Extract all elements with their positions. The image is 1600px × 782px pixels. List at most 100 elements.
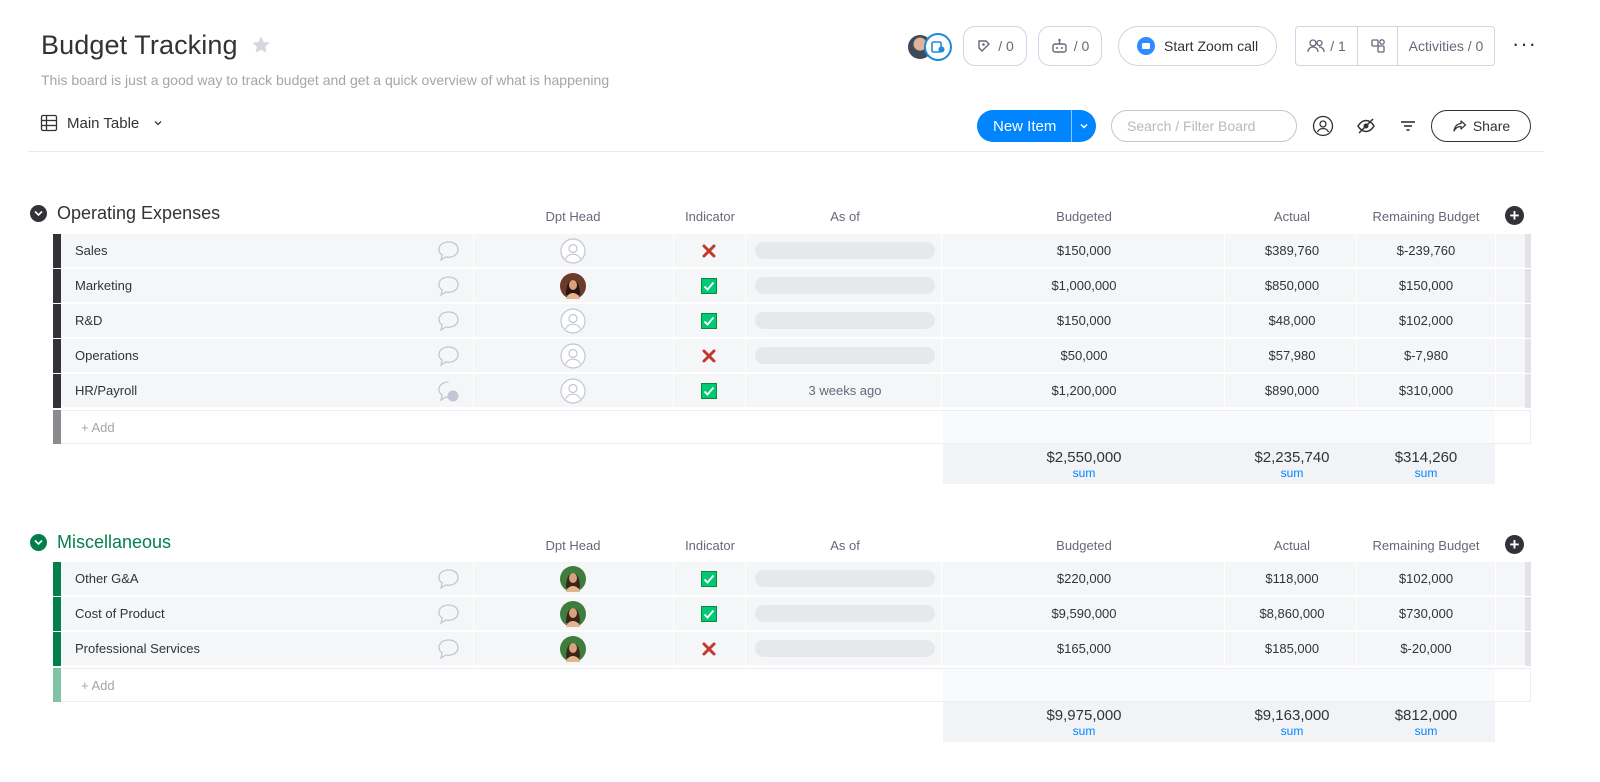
as-of-cell[interactable]	[755, 312, 935, 329]
add-column-icon[interactable]: +	[1505, 535, 1524, 554]
item-name[interactable]: Cost of Product	[75, 606, 165, 621]
new-item-dropdown[interactable]	[1071, 110, 1096, 142]
start-zoom-call-button[interactable]: Start Zoom call	[1118, 26, 1278, 66]
add-item-label[interactable]: + Add	[81, 420, 115, 435]
budgeted-cell[interactable]: $1,200,000	[1034, 383, 1134, 398]
table-row[interactable]: Professional Services $165,000 $185,000 $-2…	[53, 632, 1531, 666]
item-name[interactable]: Marketing	[75, 278, 132, 293]
board-subscribers[interactable]	[906, 31, 964, 63]
budgeted-cell[interactable]: $150,000	[1034, 243, 1134, 258]
remaining-sum[interactable]: $314,260 sum	[1376, 449, 1476, 480]
as-of-cell[interactable]	[755, 347, 935, 364]
group-title[interactable]: Operating Expenses	[57, 203, 220, 224]
new-item-button[interactable]: New Item	[977, 110, 1096, 142]
remaining-cell[interactable]: $310,000	[1376, 383, 1476, 398]
board-description[interactable]: This board is just a good way to track b…	[41, 72, 609, 88]
actual-cell[interactable]: $118,000	[1242, 571, 1342, 586]
table-row[interactable]: HR/Payroll 3 weeks ago $1,200,000 $890,000 $…	[53, 374, 1531, 408]
as-of-cell[interactable]: 3 weeks ago	[755, 383, 935, 398]
table-row[interactable]: Cost of Product $9,590,000 $8,860,000 $730,…	[53, 597, 1531, 631]
group-header[interactable]: Operating Expenses	[30, 203, 220, 224]
members-button[interactable]: / 1	[1296, 27, 1358, 65]
column-header-dpt-head[interactable]: Dpt Head	[543, 538, 603, 553]
budgeted-cell[interactable]: $220,000	[1034, 571, 1134, 586]
updates-button[interactable]: / 0	[963, 26, 1027, 66]
table-row[interactable]: Marketing $1,000,000 $850,000 $150,000	[53, 269, 1531, 303]
actual-sum[interactable]: $2,235,740 sum	[1242, 449, 1342, 480]
item-updates-button[interactable]	[436, 567, 461, 591]
item-name[interactable]: HR/Payroll	[75, 383, 137, 398]
budgeted-cell[interactable]: $9,590,000	[1034, 606, 1134, 621]
remaining-cell[interactable]: $102,000	[1376, 571, 1476, 586]
actual-sum[interactable]: $9,163,000 sum	[1242, 707, 1342, 738]
activities-button[interactable]: Activities / 0	[1398, 27, 1494, 65]
actual-cell[interactable]: $850,000	[1242, 278, 1342, 293]
filter-icon[interactable]	[1396, 114, 1420, 138]
column-header-as-of[interactable]: As of	[815, 538, 875, 553]
dpt-head-cell[interactable]	[560, 238, 586, 264]
search-filter-input[interactable]	[1111, 110, 1297, 142]
indicator-cell[interactable]	[701, 348, 717, 364]
dpt-head-cell[interactable]	[560, 273, 586, 299]
remaining-cell[interactable]: $-20,000	[1376, 641, 1476, 656]
item-updates-button[interactable]	[436, 637, 461, 661]
group-collapse-icon[interactable]	[30, 205, 47, 222]
item-name[interactable]: Professional Services	[75, 641, 200, 656]
indicator-cell[interactable]	[701, 243, 717, 259]
item-updates-button[interactable]	[436, 379, 461, 403]
add-item-row[interactable]: + Add	[53, 410, 1531, 444]
item-updates-button[interactable]	[436, 309, 461, 333]
item-name[interactable]: Operations	[75, 348, 139, 363]
item-name[interactable]: Sales	[75, 243, 108, 258]
as-of-cell[interactable]	[755, 277, 935, 294]
dpt-head-cell[interactable]	[560, 343, 586, 369]
budgeted-cell[interactable]: $150,000	[1034, 313, 1134, 328]
as-of-cell[interactable]	[755, 570, 935, 587]
table-row[interactable]: Operations $50,000 $57,980 $-7,980	[53, 339, 1531, 373]
item-updates-button[interactable]	[436, 239, 461, 263]
hide-columns-icon[interactable]	[1354, 114, 1378, 138]
table-row[interactable]: Other G&A $220,000 $118,000 $102,000	[53, 562, 1531, 596]
indicator-cell[interactable]	[701, 383, 717, 399]
as-of-cell[interactable]	[755, 640, 935, 657]
actual-cell[interactable]: $890,000	[1242, 383, 1342, 398]
table-row[interactable]: Sales $150,000 $389,760 $-239,760	[53, 234, 1531, 268]
column-header-remaining[interactable]: Remaining Budget	[1366, 538, 1486, 553]
remaining-sum[interactable]: $812,000 sum	[1376, 707, 1476, 738]
actual-cell[interactable]: $48,000	[1242, 313, 1342, 328]
column-header-budgeted[interactable]: Budgeted	[1034, 538, 1134, 553]
column-header-indicator[interactable]: Indicator	[680, 209, 740, 224]
column-header-dpt-head[interactable]: Dpt Head	[543, 209, 603, 224]
column-header-actual[interactable]: Actual	[1252, 538, 1332, 553]
remaining-cell[interactable]: $-239,760	[1376, 243, 1476, 258]
add-item-label[interactable]: + Add	[81, 678, 115, 693]
group-header[interactable]: Miscellaneous	[30, 532, 171, 553]
remaining-cell[interactable]: $102,000	[1376, 313, 1476, 328]
column-header-indicator[interactable]: Indicator	[680, 538, 740, 553]
budgeted-cell[interactable]: $50,000	[1034, 348, 1134, 363]
dpt-head-cell[interactable]	[560, 601, 586, 627]
more-options-icon[interactable]: ···	[1512, 33, 1537, 55]
budgeted-cell[interactable]: $1,000,000	[1034, 278, 1134, 293]
group-collapse-icon[interactable]	[30, 534, 47, 551]
integration-avatar[interactable]	[924, 33, 952, 61]
table-row[interactable]: R&D $150,000 $48,000 $102,000	[53, 304, 1531, 338]
remaining-cell[interactable]: $150,000	[1376, 278, 1476, 293]
remaining-cell[interactable]: $730,000	[1376, 606, 1476, 621]
budgeted-sum[interactable]: $9,975,000 sum	[1034, 707, 1134, 738]
person-filter-icon[interactable]	[1311, 114, 1335, 138]
dpt-head-cell[interactable]	[560, 308, 586, 334]
indicator-cell[interactable]	[701, 278, 717, 294]
column-header-budgeted[interactable]: Budgeted	[1034, 209, 1134, 224]
dpt-head-cell[interactable]	[560, 636, 586, 662]
integrations-button[interactable]	[1358, 27, 1398, 65]
add-item-row[interactable]: + Add	[53, 668, 1531, 702]
indicator-cell[interactable]	[701, 571, 717, 587]
remaining-cell[interactable]: $-7,980	[1376, 348, 1476, 363]
indicator-cell[interactable]	[701, 606, 717, 622]
item-name[interactable]: Other G&A	[75, 571, 139, 586]
indicator-cell[interactable]	[701, 641, 717, 657]
automations-button[interactable]: / 0	[1038, 26, 1102, 66]
as-of-cell[interactable]	[755, 605, 935, 622]
budgeted-cell[interactable]: $165,000	[1034, 641, 1134, 656]
